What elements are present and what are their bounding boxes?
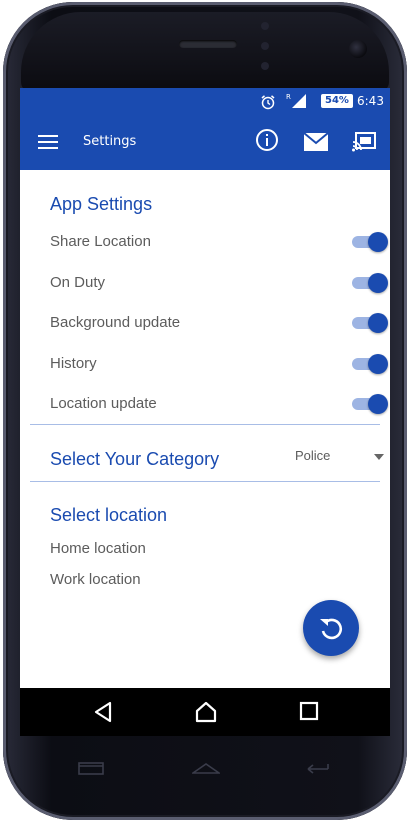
proximity-sensor [261,22,269,30]
cell-signal-icon: R [286,91,308,112]
home-icon[interactable] [194,700,218,728]
navigation-bar [20,688,390,736]
setting-background-update: Background update [50,308,388,338]
alarm-clock-icon [260,94,276,113]
front-camera [349,40,367,58]
home-location-item[interactable]: Home location [50,540,146,557]
earpiece-speaker [179,40,237,48]
roaming-indicator: R [286,93,291,101]
share-location-toggle[interactable] [352,232,388,252]
setting-location-update: Location update [50,389,388,419]
page-title: Settings [83,134,137,149]
category-selected-value: Police [295,448,331,463]
setting-on-duty: On Duty [50,268,388,298]
history-toggle[interactable] [352,354,388,374]
notification-led [261,62,269,70]
back-icon[interactable] [92,700,114,728]
on-duty-toggle[interactable] [352,273,388,293]
category-heading: Select Your Category [50,449,220,469]
cast-icon[interactable] [352,132,376,156]
background-update-toggle[interactable] [352,313,388,333]
divider [30,481,380,482]
battery-indicator: 54% [321,94,353,108]
setting-label: Background update [50,314,181,331]
app-screen: R 54% 6:43 Settings App Settings Share L… [20,88,390,688]
dropdown-arrow-icon [374,454,384,460]
hamburger-menu-icon[interactable] [38,135,58,149]
work-location-item[interactable]: Work location [50,571,141,588]
light-sensor [261,42,269,50]
hardware-home-key-icon [190,760,222,780]
clock: 6:43 [357,94,384,108]
category-dropdown[interactable]: Police [285,444,385,468]
setting-label: Location update [50,395,157,412]
info-icon[interactable] [255,128,279,156]
hardware-back-key-icon [304,760,332,780]
mail-icon[interactable] [303,132,329,156]
location-heading: Select location [50,505,168,525]
refresh-button[interactable] [303,600,359,656]
setting-label: Share Location [50,233,151,250]
phone-top-bezel [21,12,389,92]
refresh-icon [320,618,343,640]
divider [30,424,380,425]
setting-label: History [50,355,97,372]
setting-share-location: Share Location [50,227,388,257]
hardware-menu-key-icon [78,760,104,780]
app-bar: Settings [20,114,390,170]
setting-label: On Duty [50,274,106,291]
status-bar: R 54% 6:43 [20,88,390,114]
app-settings-heading: App Settings [50,194,153,214]
location-update-toggle[interactable] [352,394,388,414]
recents-icon[interactable] [298,700,320,726]
setting-history: History [50,349,388,379]
